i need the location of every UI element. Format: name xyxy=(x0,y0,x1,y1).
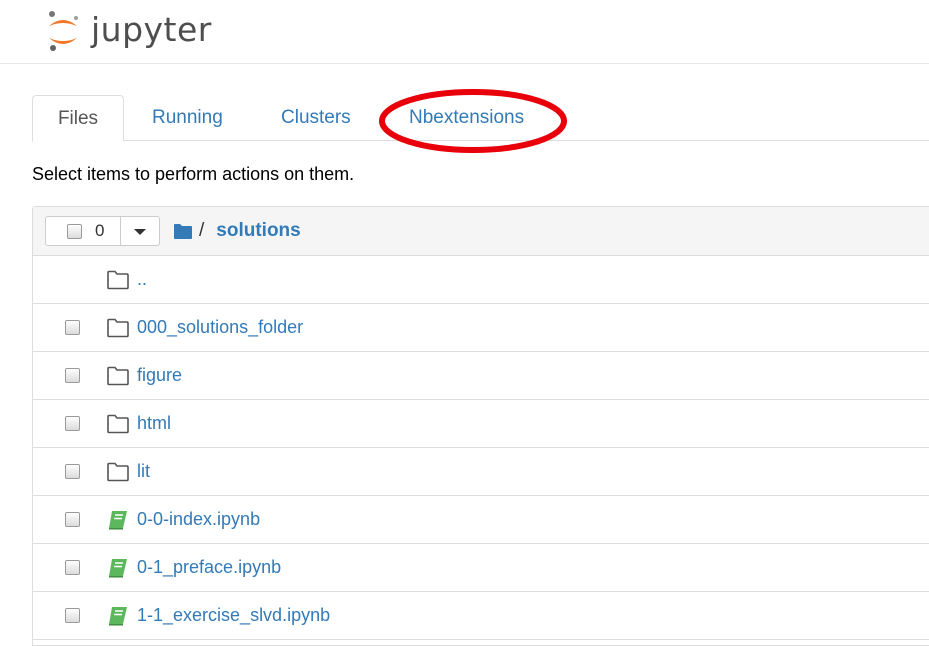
list-item[interactable]: lit xyxy=(33,448,929,496)
folder-outline-icon xyxy=(107,366,129,386)
row-checkbox[interactable] xyxy=(65,560,80,575)
select-all-group: 0 xyxy=(45,216,160,246)
folder-outline-icon xyxy=(107,462,129,482)
jupyter-logo[interactable]: jupyter xyxy=(45,8,212,54)
row-checkbox[interactable] xyxy=(65,368,80,383)
row-checkbox[interactable] xyxy=(65,416,80,431)
tab-clusters[interactable]: Clusters xyxy=(281,95,351,141)
list-item-parent[interactable]: .. xyxy=(33,256,929,304)
file-name[interactable]: figure xyxy=(137,363,182,387)
file-list: 0 / solutions .. 000_solutions_folder fi… xyxy=(32,206,929,646)
file-name[interactable]: .. xyxy=(137,267,147,291)
list-item[interactable]: 0-0-index.ipynb xyxy=(33,496,929,544)
file-name[interactable]: 0-1_preface.ipynb xyxy=(137,555,281,579)
notebook-icon xyxy=(109,559,127,578)
logo-text: jupyter xyxy=(91,9,212,49)
file-name[interactable]: 000_solutions_folder xyxy=(137,315,303,339)
tab-bar: Files Running Clusters Nbextensions xyxy=(32,95,929,142)
jupyter-logo-icon xyxy=(49,11,78,51)
header: jupyter xyxy=(0,0,929,64)
caret-down-icon xyxy=(134,229,146,235)
list-header: 0 / solutions xyxy=(33,207,929,256)
row-checkbox[interactable] xyxy=(65,320,80,335)
list-item[interactable]: 000_solutions_folder xyxy=(33,304,929,352)
tab-running[interactable]: Running xyxy=(152,95,223,141)
breadcrumb-current-folder[interactable]: solutions xyxy=(216,220,300,242)
list-item[interactable]: 0-1_preface.ipynb xyxy=(33,544,929,592)
list-item[interactable]: figure xyxy=(33,352,929,400)
row-checkbox[interactable] xyxy=(65,608,80,623)
file-name[interactable]: lit xyxy=(137,459,150,483)
instructions-text: Select items to perform actions on them. xyxy=(32,164,355,184)
folder-solid-icon[interactable] xyxy=(173,223,193,240)
notebook-icon xyxy=(109,607,127,626)
folder-outline-icon xyxy=(107,318,129,338)
folder-outline-icon xyxy=(107,270,129,290)
select-all-checkbox[interactable] xyxy=(67,224,82,239)
row-checkbox[interactable] xyxy=(65,512,80,527)
tab-nbextensions[interactable]: Nbextensions xyxy=(409,95,524,141)
file-name[interactable]: 0-0-index.ipynb xyxy=(137,507,260,531)
list-item[interactable]: 1-1_exercise_slvd.ipynb xyxy=(33,592,929,640)
folder-outline-icon xyxy=(107,414,129,434)
notebook-icon xyxy=(109,511,127,530)
breadcrumb-separator: / xyxy=(199,220,205,241)
file-name[interactable]: 1-1_exercise_slvd.ipynb xyxy=(137,603,330,627)
file-name[interactable]: html xyxy=(137,411,171,435)
list-item[interactable]: html xyxy=(33,400,929,448)
select-all-button[interactable]: 0 xyxy=(45,216,121,246)
tab-files[interactable]: Files xyxy=(32,95,124,142)
selected-count: 0 xyxy=(95,221,105,240)
breadcrumb: / solutions xyxy=(173,217,301,245)
row-checkbox[interactable] xyxy=(65,464,80,479)
select-dropdown-toggle[interactable] xyxy=(121,216,160,246)
